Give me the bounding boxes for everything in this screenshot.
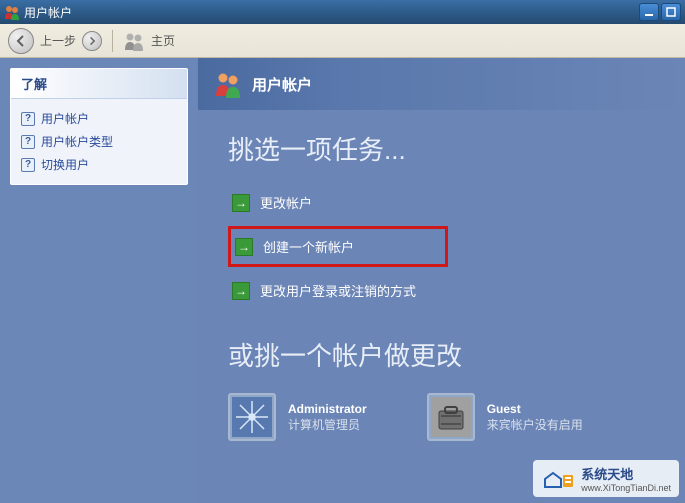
snowflake-icon xyxy=(228,393,276,441)
account-info: Guest 来宾帐户没有启用 xyxy=(487,402,583,433)
pick-account-heading: 或挑一个帐户做更改 xyxy=(228,336,655,373)
toolbar-separator xyxy=(112,30,113,52)
forward-button[interactable] xyxy=(82,31,102,51)
sidebar-panel-title: 了解 xyxy=(11,69,187,99)
toolbar: 上一步 主页 xyxy=(0,24,685,58)
sidebar-link-user-accounts[interactable]: ? 用户帐户 xyxy=(21,107,177,130)
task-change-logon[interactable]: → 更改用户登录或注销的方式 xyxy=(228,273,655,308)
main-header-title: 用户帐户 xyxy=(252,74,312,95)
task-label: 创建一个新帐户 xyxy=(263,237,354,256)
task-highlight-box: → 创建一个新帐户 xyxy=(228,226,448,267)
watermark-text: 系统天地 www.XiTongTianDi.net xyxy=(581,464,671,493)
accounts-row: Administrator 计算机管理员 Guest 来宾帐户没有启用 xyxy=(228,393,655,441)
main-panel: 用户帐户 挑选一项任务... → 更改帐户 → 创建一个新帐户 → 更改用户登录… xyxy=(198,58,685,503)
account-name: Administrator xyxy=(288,402,367,416)
watermark: 系统天地 www.XiTongTianDi.net xyxy=(533,460,679,497)
minimize-button[interactable] xyxy=(639,3,659,21)
content-area: 了解 ? 用户帐户 ? 用户帐户类型 ? 切换用户 xyxy=(0,58,685,503)
sidebar-link-switch-user[interactable]: ? 切换用户 xyxy=(21,153,177,176)
arrow-right-icon: → xyxy=(235,238,253,256)
window-controls xyxy=(639,3,681,21)
sidebar: 了解 ? 用户帐户 ? 用户帐户类型 ? 切换用户 xyxy=(0,58,198,503)
help-icon: ? xyxy=(21,112,35,126)
sidebar-link-label: 用户帐户类型 xyxy=(41,133,113,150)
arrow-right-icon: → xyxy=(232,282,250,300)
watermark-url: www.XiTongTianDi.net xyxy=(581,483,671,493)
account-guest[interactable]: Guest 来宾帐户没有启用 xyxy=(427,393,583,441)
task-change-account[interactable]: → 更改帐户 xyxy=(228,185,655,220)
back-button[interactable] xyxy=(8,28,34,54)
account-administrator[interactable]: Administrator 计算机管理员 xyxy=(228,393,367,441)
help-icon: ? xyxy=(21,135,35,149)
watermark-logo-icon xyxy=(541,467,575,491)
help-icon: ? xyxy=(21,158,35,172)
sidebar-panel-body: ? 用户帐户 ? 用户帐户类型 ? 切换用户 xyxy=(11,99,187,184)
sidebar-panel: 了解 ? 用户帐户 ? 用户帐户类型 ? 切换用户 xyxy=(10,68,188,185)
sidebar-link-account-types[interactable]: ? 用户帐户类型 xyxy=(21,130,177,153)
window-title: 用户帐户 xyxy=(24,4,639,21)
back-label: 上一步 xyxy=(40,32,76,49)
main-body: 挑选一项任务... → 更改帐户 → 创建一个新帐户 → 更改用户登录或注销的方… xyxy=(198,110,685,451)
pick-task-heading: 挑选一项任务... xyxy=(228,130,655,167)
account-desc: 来宾帐户没有启用 xyxy=(487,416,583,433)
home-people-icon xyxy=(123,30,145,52)
sidebar-link-label: 切换用户 xyxy=(41,156,89,173)
main-header: 用户帐户 xyxy=(198,58,685,110)
account-info: Administrator 计算机管理员 xyxy=(288,402,367,433)
account-desc: 计算机管理员 xyxy=(288,416,367,433)
watermark-cn: 系统天地 xyxy=(581,464,671,483)
maximize-button[interactable] xyxy=(661,3,681,21)
titlebar: 用户帐户 xyxy=(0,0,685,24)
task-create-new-account[interactable]: → 创建一个新帐户 xyxy=(235,235,441,258)
user-accounts-app-icon xyxy=(4,4,20,20)
arrow-right-icon: → xyxy=(232,194,250,212)
home-label[interactable]: 主页 xyxy=(151,32,175,49)
suitcase-icon xyxy=(427,393,475,441)
sidebar-link-label: 用户帐户 xyxy=(41,110,89,127)
user-accounts-icon xyxy=(214,70,242,98)
task-label: 更改帐户 xyxy=(260,193,312,212)
account-name: Guest xyxy=(487,402,583,416)
task-label: 更改用户登录或注销的方式 xyxy=(260,281,416,300)
